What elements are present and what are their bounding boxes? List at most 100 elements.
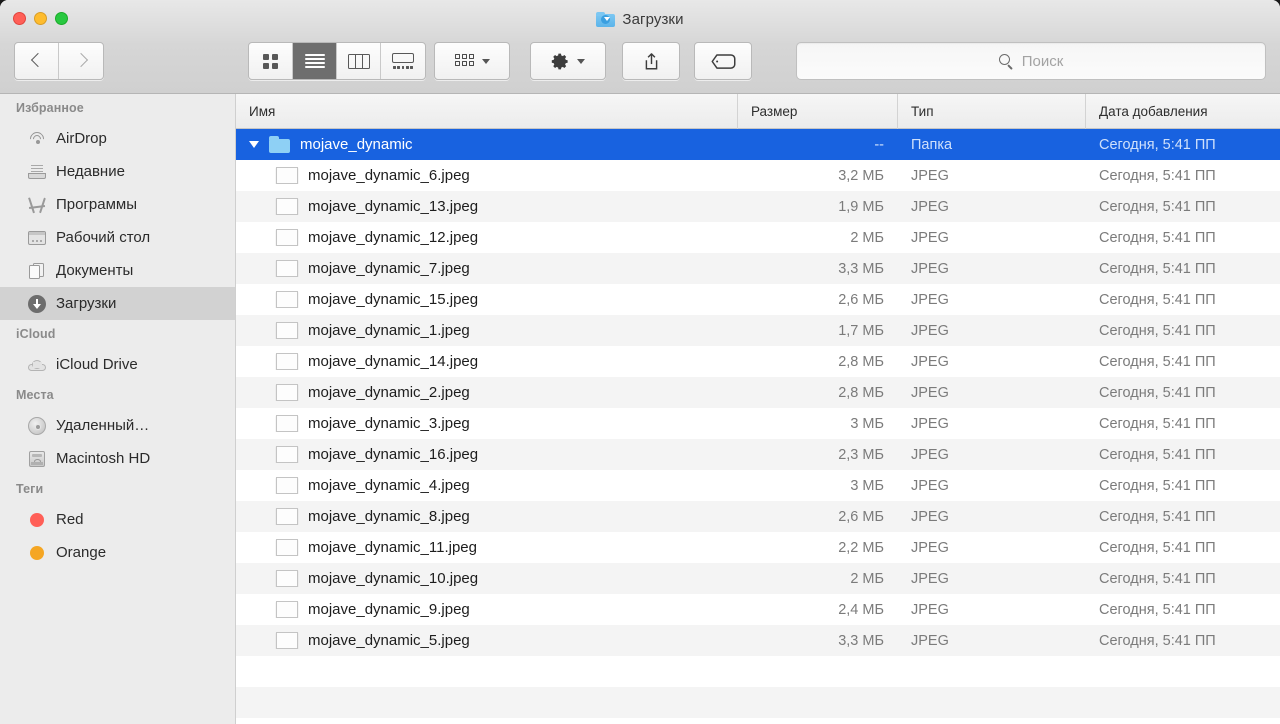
list-view-button[interactable] [293, 43, 337, 79]
file-date: Сегодня, 5:41 ПП [1099, 322, 1216, 339]
table-row[interactable]: mojave_dynamic_12.jpeg 2 МБ JPEG Сегодня, 5… [236, 222, 1280, 253]
table-row[interactable]: mojave_dynamic_1.jpeg 1,7 МБ JPEG Сегодня, … [236, 315, 1280, 346]
apps-icon [27, 195, 47, 215]
sidebar-item-документы[interactable]: Документы [0, 254, 235, 287]
table-row[interactable]: mojave_dynamic_8.jpeg 2,6 МБ JPEG Сегодня, … [236, 501, 1280, 532]
column-header-name[interactable]: Имя [236, 94, 738, 129]
cell-name: mojave_dynamic_13.jpeg [236, 198, 738, 215]
gallery-view-button[interactable] [381, 43, 425, 79]
table-row[interactable]: mojave_dynamic_7.jpeg 3,3 МБ JPEG Сегодня, … [236, 253, 1280, 284]
finder-window: Загрузки Поиск Избранное AirDrop Недавни… [0, 0, 1280, 724]
file-date: Сегодня, 5:41 ПП [1099, 477, 1216, 494]
file-kind: JPEG [911, 229, 949, 246]
file-kind: JPEG [911, 415, 949, 432]
column-headers: Имя Размер Тип Дата добавления [236, 94, 1280, 129]
table-row[interactable]: mojave_dynamic_2.jpeg 2,8 МБ JPEG Сегодня, … [236, 377, 1280, 408]
icon-view-button[interactable] [249, 43, 293, 79]
file-size: 2,4 МБ [838, 601, 884, 618]
downloads-icon [27, 294, 47, 314]
column-header-date[interactable]: Дата добавления [1086, 94, 1280, 129]
column-header-size[interactable]: Размер [738, 94, 898, 129]
search-field[interactable]: Поиск [796, 42, 1266, 80]
table-row[interactable]: mojave_dynamic_3.jpeg 3 МБ JPEG Сегодня, 5:… [236, 408, 1280, 439]
cell-name: mojave_dynamic_9.jpeg [236, 601, 738, 618]
sidebar-item-orange[interactable]: Orange [0, 536, 235, 569]
cell-name: mojave_dynamic_4.jpeg [236, 477, 738, 494]
image-thumbnail-icon [276, 229, 298, 246]
gear-icon [551, 52, 570, 71]
window-title: Загрузки [0, 8, 1280, 30]
file-name: mojave_dynamic_3.jpeg [308, 415, 470, 432]
share-icon [643, 52, 659, 70]
chevron-down-icon [481, 58, 490, 64]
file-size: 3,3 МБ [838, 260, 884, 277]
cell-name: mojave_dynamic_6.jpeg [236, 167, 738, 184]
cell-name: mojave_dynamic_10.jpeg [236, 570, 738, 587]
action-button[interactable] [530, 42, 606, 80]
table-row[interactable]: mojave_dynamic_4.jpeg 3 МБ JPEG Сегодня, 5:… [236, 470, 1280, 501]
file-name: mojave_dynamic_6.jpeg [308, 167, 470, 184]
column-header-kind[interactable]: Тип [898, 94, 1086, 129]
table-row[interactable]: mojave_dynamic_6.jpeg 3,2 МБ JPEG Сегодня, … [236, 160, 1280, 191]
sidebar-item-label: Red [56, 511, 84, 528]
sidebar[interactable]: Избранное AirDrop Недавние Программы Рабочий… [0, 94, 236, 724]
sidebar-item-рабочий-стол[interactable]: Рабочий стол [0, 221, 235, 254]
file-date: Сегодня, 5:41 ПП [1099, 601, 1216, 618]
file-name: mojave_dynamic_10.jpeg [308, 570, 479, 587]
cell-name: mojave_dynamic_15.jpeg [236, 291, 738, 308]
share-button[interactable] [622, 42, 680, 80]
sidebar-section-heading: iCloud [16, 327, 56, 341]
disclosure-triangle-icon[interactable] [249, 141, 259, 148]
file-size: 2,8 МБ [838, 384, 884, 401]
file-date: Сегодня, 5:41 ПП [1099, 446, 1216, 463]
table-row[interactable]: mojave_dynamic_16.jpeg 2,3 МБ JPEG Сегодня,… [236, 439, 1280, 470]
recents-icon [27, 162, 47, 182]
sidebar-item-label: Документы [56, 262, 134, 279]
harddisk-icon [27, 449, 47, 469]
image-thumbnail-icon [276, 415, 298, 432]
tag-button[interactable] [694, 42, 752, 80]
back-button[interactable] [15, 43, 59, 79]
search-icon [998, 53, 1014, 69]
file-kind: JPEG [911, 353, 949, 370]
table-row[interactable]: mojave_dynamic_14.jpeg 2,8 МБ JPEG Сегодня,… [236, 346, 1280, 377]
sidebar-item-загрузки[interactable]: Загрузки [0, 287, 235, 320]
file-date: Сегодня, 5:41 ПП [1099, 508, 1216, 525]
cell-name: mojave_dynamic_1.jpeg [236, 322, 738, 339]
file-size: 2 МБ [850, 570, 884, 587]
table-row[interactable]: mojave_dynamic_11.jpeg 2,2 МБ JPEG Сегодня,… [236, 532, 1280, 563]
sidebar-item-label: Загрузки [56, 295, 117, 312]
column-view-button[interactable] [337, 43, 381, 79]
image-thumbnail-icon [276, 477, 298, 494]
cell-name: mojave_dynamic [236, 136, 738, 153]
table-row[interactable]: mojave_dynamic_10.jpeg 2 МБ JPEG Сегодня, 5… [236, 563, 1280, 594]
sidebar-item-icloud-drive[interactable]: iCloud Drive [0, 348, 235, 381]
cell-name: mojave_dynamic_5.jpeg [236, 632, 738, 649]
table-row[interactable]: mojave_dynamic_9.jpeg 2,4 МБ JPEG Сегодня, … [236, 594, 1280, 625]
table-row[interactable]: mojave_dynamic_13.jpeg 1,9 МБ JPEG Сегодня,… [236, 191, 1280, 222]
sidebar-item-macintosh-hd[interactable]: Macintosh HD [0, 442, 235, 475]
file-size: 2,6 МБ [838, 508, 884, 525]
table-row[interactable]: mojave_dynamic_15.jpeg 2,6 МБ JPEG Сегодня,… [236, 284, 1280, 315]
disc-icon [27, 416, 47, 436]
sidebar-item-red[interactable]: Red [0, 503, 235, 536]
cell-name: mojave_dynamic_14.jpeg [236, 353, 738, 370]
table-row[interactable]: mojave_dynamic -- Папка Сегодня, 5:41 ПП [236, 129, 1280, 160]
arrange-button[interactable] [434, 42, 510, 80]
sidebar-item-airdrop[interactable]: AirDrop [0, 122, 235, 155]
file-kind: JPEG [911, 477, 949, 494]
forward-button[interactable] [59, 43, 103, 79]
image-thumbnail-icon [276, 570, 298, 587]
file-name: mojave_dynamic_1.jpeg [308, 322, 470, 339]
image-thumbnail-icon [276, 632, 298, 649]
empty-row [236, 656, 1280, 687]
view-switcher [248, 42, 426, 80]
sidebar-item-удаленный[interactable]: Удаленный… [0, 409, 235, 442]
file-date: Сегодня, 5:41 ПП [1099, 384, 1216, 401]
table-row[interactable]: mojave_dynamic_5.jpeg 3,3 МБ JPEG Сегодня, … [236, 625, 1280, 656]
sidebar-item-недавние[interactable]: Недавние [0, 155, 235, 188]
image-thumbnail-icon [276, 353, 298, 370]
file-size: 2,2 МБ [838, 539, 884, 556]
file-date: Сегодня, 5:41 ПП [1099, 539, 1216, 556]
sidebar-item-программы[interactable]: Программы [0, 188, 235, 221]
